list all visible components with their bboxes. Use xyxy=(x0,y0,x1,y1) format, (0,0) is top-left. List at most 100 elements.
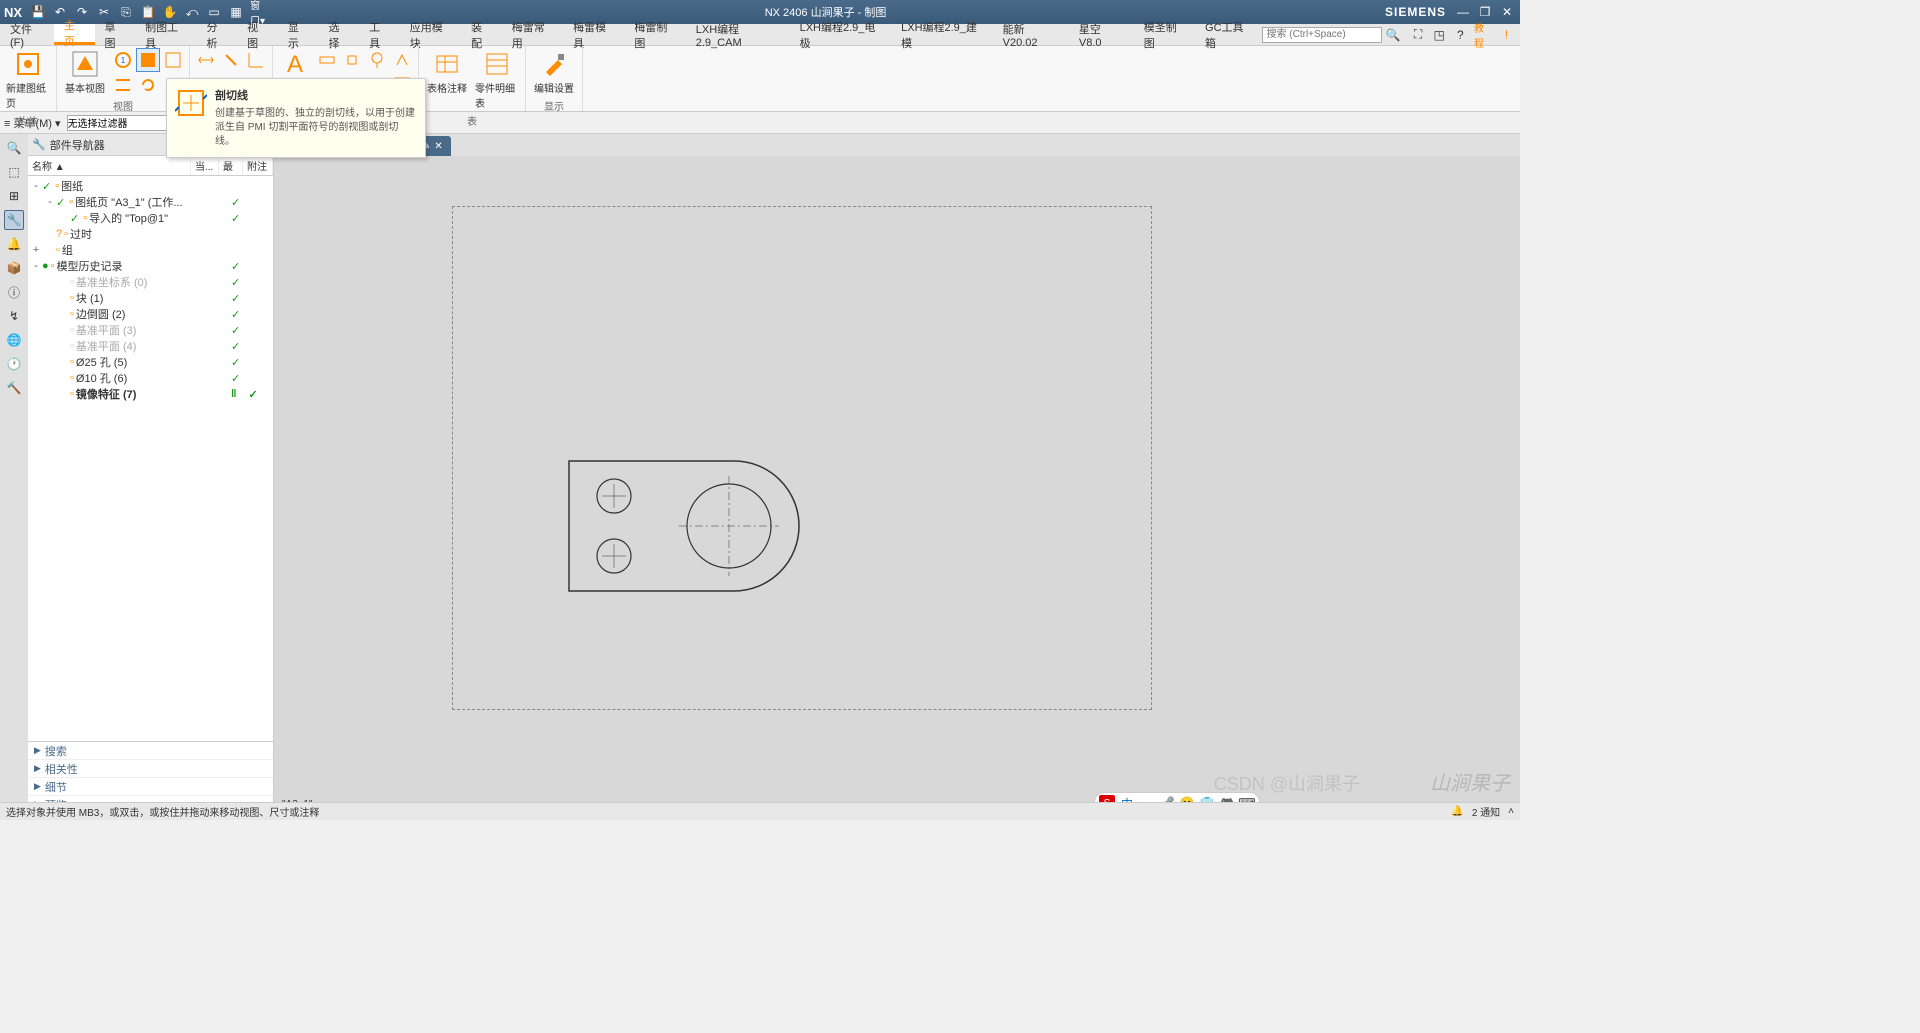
menu-LXH编程2.9_CAM[interactable]: LXH编程2.9_CAM xyxy=(686,24,790,45)
tree-row[interactable]: ▫Ø10 孔 (6)✓ xyxy=(30,370,271,386)
tree-row[interactable]: ▫基准坐标系 (0)✓ xyxy=(30,274,271,290)
ordinate-dim-icon[interactable] xyxy=(244,48,268,72)
menu-文件(F)[interactable]: 文件(F) xyxy=(0,24,54,45)
menu-梅雷常用[interactable]: 梅雷常用 xyxy=(502,24,563,45)
balloon-icon[interactable] xyxy=(365,48,389,72)
tree-row[interactable]: ▫块 (1)✓ xyxy=(30,290,271,306)
col-current[interactable]: 当... xyxy=(191,156,219,175)
menu-装配[interactable]: 装配 xyxy=(461,24,502,45)
datum-icon[interactable] xyxy=(340,48,364,72)
drawing-view[interactable] xyxy=(564,456,814,606)
break-view-icon[interactable] xyxy=(111,73,135,97)
close-icon[interactable]: ✕ xyxy=(1498,4,1516,20)
tree-row[interactable]: ▫基准平面 (3)✓ xyxy=(30,322,271,338)
tree-row[interactable]: +▫组 xyxy=(30,242,271,258)
tree-row[interactable]: -✓▫图纸 xyxy=(30,178,271,194)
menu-制图工具[interactable]: 制图工具 xyxy=(135,24,196,45)
menu-GC工具箱[interactable]: GC工具箱 xyxy=(1195,24,1261,45)
menu-LXH编程2.9_电极[interactable]: LXH编程2.9_电极 xyxy=(790,24,892,45)
menu-应用模块[interactable]: 应用模块 xyxy=(400,24,461,45)
linear-dim-icon[interactable] xyxy=(219,48,243,72)
menu-模圣制图[interactable]: 模圣制图 xyxy=(1134,24,1195,45)
status-bar: 选择对象并使用 MB3，或双击，或按住并拖动来移动视图、尺寸或注释 🔔 2 通知… xyxy=(0,802,1520,820)
menu-工具[interactable]: 工具 xyxy=(359,24,400,45)
menu-显示[interactable]: 显示 xyxy=(278,24,319,45)
feature-control-icon[interactable] xyxy=(315,48,339,72)
tutorial-button[interactable]: 教程 xyxy=(1474,27,1493,43)
toolbox-icon[interactable]: 🔨 xyxy=(4,378,24,398)
surface-finish-icon[interactable] xyxy=(390,48,414,72)
menu-选择[interactable]: 选择 xyxy=(318,24,359,45)
update-view-icon[interactable] xyxy=(136,73,160,97)
tree-row[interactable]: -●▫模型历史记录✓ xyxy=(30,258,271,274)
window-controls: — ❐ ✕ xyxy=(1454,4,1516,20)
menu-梅雷模具[interactable]: 梅雷模具 xyxy=(563,24,624,45)
menu-星空 V8.0[interactable]: 星空 V8.0 xyxy=(1069,24,1134,45)
section-search[interactable]: ▶搜索 xyxy=(28,742,273,760)
new-sheet-button[interactable]: 新建图纸页 xyxy=(4,48,52,112)
alert-icon[interactable]: ! xyxy=(1499,27,1514,43)
notify-count[interactable]: 2 通知 xyxy=(1472,804,1500,819)
menu-分析[interactable]: 分析 xyxy=(197,24,238,45)
edit-settings-button[interactable]: 编辑设置 xyxy=(530,48,578,97)
search-icon[interactable]: 🔍 xyxy=(1386,28,1401,42)
tree-row[interactable]: ?▫过时 xyxy=(30,226,271,242)
history-icon[interactable]: 🕐 xyxy=(4,354,24,374)
constraint-nav-icon[interactable]: ⊞ xyxy=(4,186,24,206)
roles-icon[interactable]: ◳ xyxy=(1432,27,1447,43)
tab-close-icon[interactable]: ✕ xyxy=(434,141,442,152)
save-icon[interactable]: 💾 xyxy=(30,4,46,20)
graphics-area: 📄 stepped_Section_View.prt ✎ ✕ "A3_1" xyxy=(274,134,1520,814)
fullscreen-icon[interactable]: ⛶ xyxy=(1410,27,1425,43)
status-message: 选择对象并使用 MB3，或双击，或按住并拖动来移动视图、尺寸或注释 xyxy=(6,804,319,819)
grid-icon[interactable]: ▦ xyxy=(228,4,244,20)
menu-梅雷制图[interactable]: 梅雷制图 xyxy=(624,24,685,45)
menu-草图[interactable]: 草图 xyxy=(95,24,136,45)
help-icon[interactable]: ? xyxy=(1453,27,1468,43)
tree-row[interactable]: ✓▫导入的 "Top@1"✓ xyxy=(30,210,271,226)
assembly-nav-icon[interactable]: ⬚ xyxy=(4,162,24,182)
section-dependency[interactable]: ▶相关性 xyxy=(28,760,273,778)
ribbon-group-display: 编辑设置 显示 xyxy=(526,46,583,111)
minimize-icon[interactable]: — xyxy=(1454,4,1472,20)
tree-row[interactable]: ▫Ø25 孔 (5)✓ xyxy=(30,354,271,370)
find-icon[interactable]: 🔍 xyxy=(4,138,24,158)
internet-icon[interactable]: 🌐 xyxy=(4,330,24,350)
proj-view-icon[interactable]: 1 xyxy=(111,48,135,72)
roles-nav-icon[interactable]: ↯ xyxy=(4,306,24,326)
rapid-dim-icon[interactable] xyxy=(194,48,218,72)
filter-combo[interactable] xyxy=(67,115,177,131)
menu-LXH编程2.9_建模[interactable]: LXH编程2.9_建模 xyxy=(891,24,993,45)
nav-columns: 名称 ▲ 当... 最 附注 xyxy=(28,156,273,176)
menu-主页[interactable]: 主页 xyxy=(54,24,95,45)
menu-视图[interactable]: 视图 xyxy=(237,24,278,45)
search-input[interactable] xyxy=(1262,27,1382,43)
info-icon[interactable]: ⓘ xyxy=(4,282,24,302)
section-details[interactable]: ▶细节 xyxy=(28,778,273,796)
col-notes[interactable]: 附注 xyxy=(243,156,273,175)
svg-text:A: A xyxy=(287,51,303,78)
note-button[interactable]: A xyxy=(277,48,313,80)
section-view-icon[interactable] xyxy=(136,48,160,72)
main-area: 🔍 ⬚ ⊞ 🔧 🔔 📦 ⓘ ↯ 🌐 🕐 🔨 🔧 部件导航器 ▭ 名称 ▲ 当..… xyxy=(0,134,1520,814)
watermark-csdn: CSDN @山涧果子 xyxy=(1214,770,1360,796)
tree-row[interactable]: ▫基准平面 (4)✓ xyxy=(30,338,271,354)
reuse-icon[interactable]: 📦 xyxy=(4,258,24,278)
tree-row[interactable]: -✓▫图纸页 "A3_1" (工作...✓ xyxy=(30,194,271,210)
parts-list-button[interactable]: 零件明细表 xyxy=(473,48,521,112)
notify-icon[interactable]: 🔔 xyxy=(4,234,24,254)
part-nav-icon[interactable]: 🔧 xyxy=(4,210,24,230)
tabular-note-button[interactable]: 表格注释 xyxy=(423,48,471,97)
detail-view-icon[interactable] xyxy=(161,48,185,72)
col-name[interactable]: 名称 ▲ xyxy=(28,156,191,175)
base-view-button[interactable]: 基本视图 xyxy=(61,48,109,97)
bell-icon[interactable]: 🔔 xyxy=(1451,806,1463,817)
chevron-up-icon[interactable]: ˄ xyxy=(1508,806,1514,817)
restore-icon[interactable]: ❐ xyxy=(1476,4,1494,20)
menu-能新 V20.02[interactable]: 能新 V20.02 xyxy=(993,24,1069,45)
col-uptodate[interactable]: 最 xyxy=(219,156,243,175)
drawing-canvas[interactable]: "A3_1" xyxy=(274,156,1520,814)
tree-row[interactable]: ▫边倒圆 (2)✓ xyxy=(30,306,271,322)
watermark: 山涧果子 xyxy=(1430,767,1510,796)
tree-row[interactable]: ▫镜像特征 (7)‖✓ xyxy=(30,386,271,402)
